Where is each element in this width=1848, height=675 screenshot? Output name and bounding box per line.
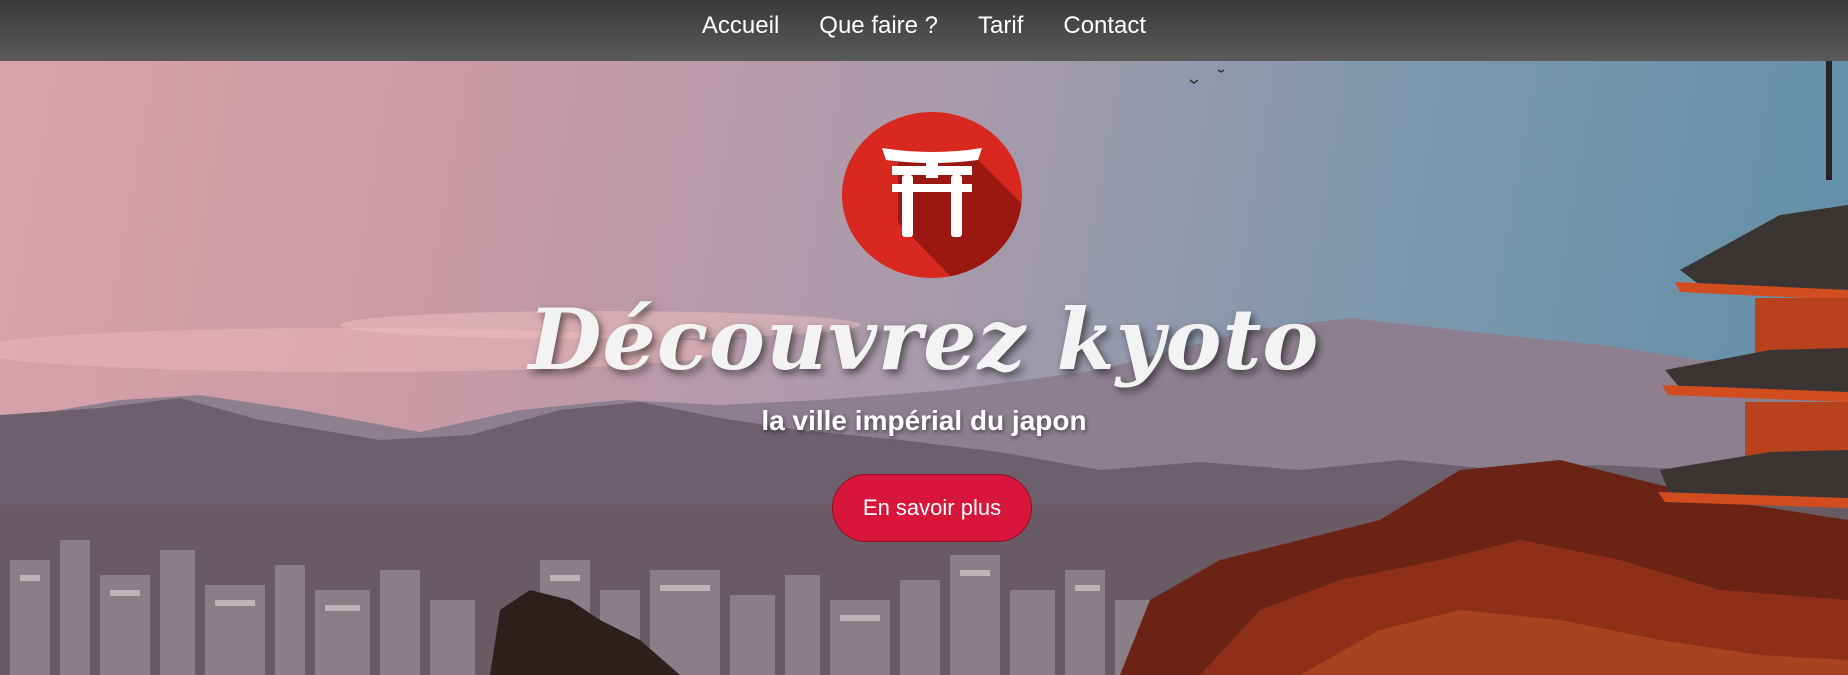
learn-more-button[interactable]: En savoir plus [832, 474, 1032, 542]
torii-gate-icon [842, 112, 1022, 278]
nav-link-accueil[interactable]: Accueil [702, 12, 779, 39]
page-title: Découvrez kyoto [528, 290, 1320, 389]
top-navbar: Accueil Que faire ? Tarif Contact [0, 0, 1848, 61]
page-subtitle: la ville impérial du japon [761, 405, 1087, 436]
nav-link-que-faire[interactable]: Que faire ? [819, 12, 938, 39]
nav-menu: Accueil Que faire ? Tarif Contact [702, 12, 1146, 40]
nav-link-contact[interactable]: Contact [1063, 12, 1146, 39]
nav-link-tarif[interactable]: Tarif [978, 12, 1023, 39]
